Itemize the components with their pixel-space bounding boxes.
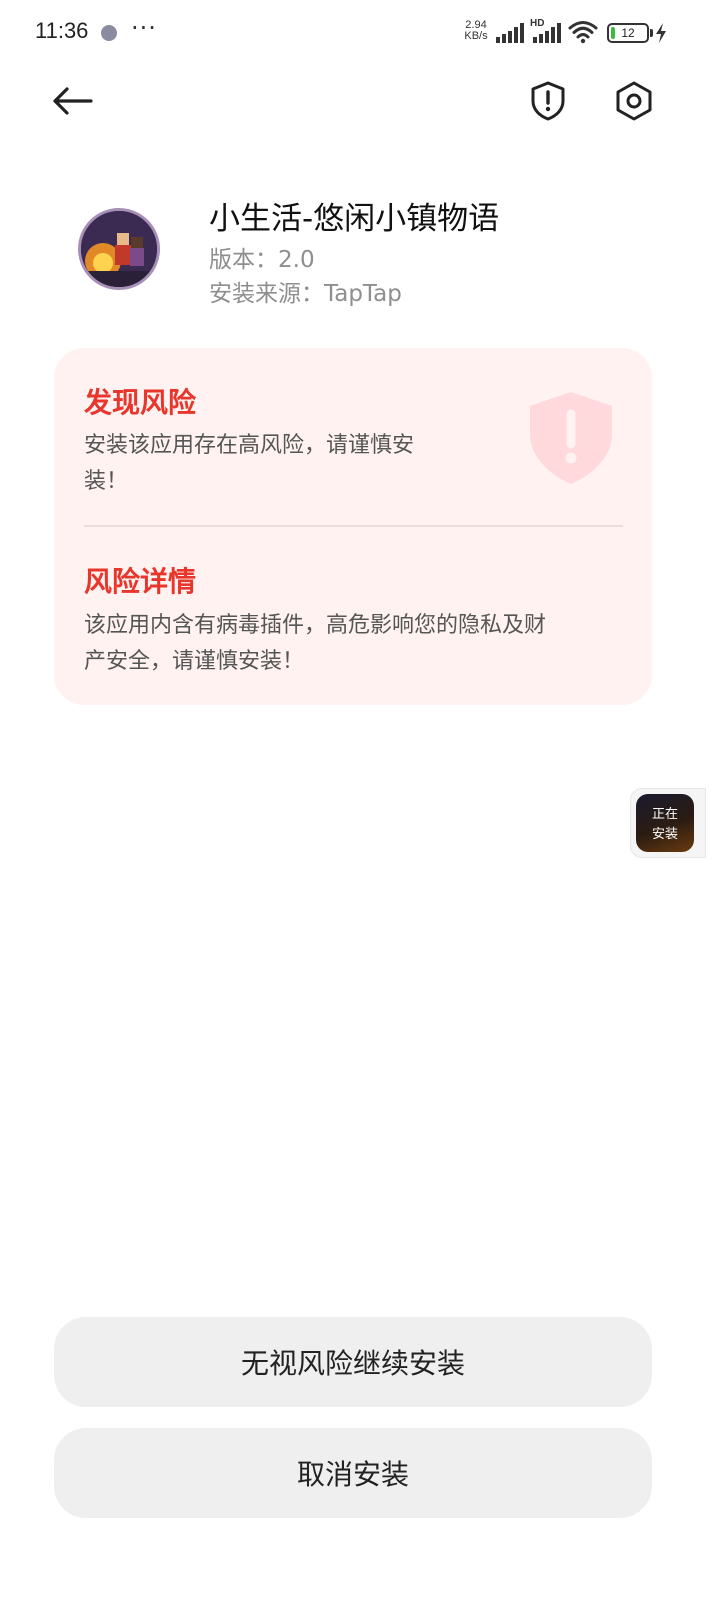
risk-detail-text-line2: 产安全，请谨慎安装！	[84, 649, 305, 674]
back-button[interactable]	[44, 73, 100, 129]
signal-hd-icon	[533, 23, 561, 43]
shield-warning-icon	[530, 392, 612, 484]
battery-icon: 12	[607, 23, 649, 43]
network-speed: 2.94 KB/s	[460, 20, 492, 42]
more-notifications-icon: ···	[131, 14, 157, 42]
gear-icon	[616, 81, 652, 121]
signal-icon	[496, 23, 524, 43]
risk-found-title: 发现风险	[84, 386, 197, 419]
app-name: 小生活-悠闲小镇物语	[209, 201, 500, 237]
charging-icon	[656, 23, 666, 43]
floating-install-label: 正在 安装	[636, 805, 694, 845]
risk-divider	[84, 525, 623, 527]
net-speed-unit: KB/s	[464, 30, 488, 42]
shield-alert-icon	[531, 81, 565, 121]
floating-line2: 安装	[651, 827, 678, 842]
risk-found-text-line1: 安装该应用存在高风险，请谨慎安	[84, 433, 415, 458]
wifi-icon	[568, 21, 598, 44]
settings-button[interactable]	[606, 73, 662, 129]
risk-detail-title: 风险详情	[84, 565, 197, 598]
status-time: 11:36	[35, 18, 89, 43]
app-source: 安装来源：TapTap	[209, 281, 402, 307]
floating-line1: 正在	[651, 807, 678, 822]
security-button[interactable]	[520, 73, 576, 129]
risk-found-text-line2: 装！	[84, 469, 129, 494]
ignore-risk-install-button[interactable]: 无视风险继续安装	[54, 1317, 652, 1407]
battery-level: 12	[621, 26, 635, 40]
cancel-install-button[interactable]: 取消安装	[54, 1428, 652, 1518]
battery-cap	[650, 29, 653, 37]
risk-detail-text-line1: 该应用内含有病毒插件，高危影响您的隐私及财	[84, 613, 547, 638]
status-bar: 11:36 ··· 2.94 KB/s HD 12	[0, 0, 720, 66]
app-version: 版本：2.0	[209, 247, 315, 273]
app-icon	[78, 208, 160, 290]
floating-install-widget[interactable]: 正在 安装	[630, 788, 706, 858]
notification-icon	[101, 25, 117, 41]
app-artwork	[81, 211, 157, 287]
arrow-left-icon	[53, 87, 93, 115]
